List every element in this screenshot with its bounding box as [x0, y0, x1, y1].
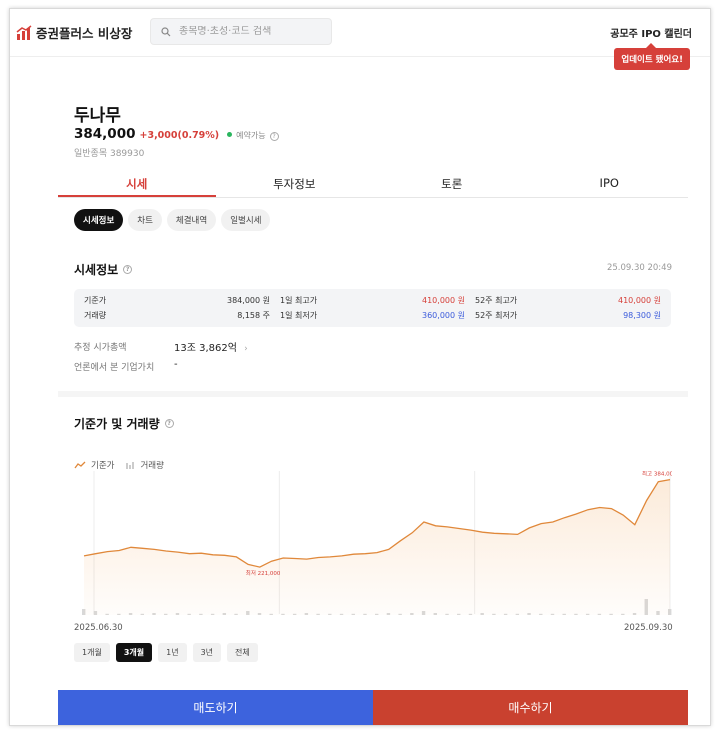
search-icon — [161, 26, 171, 36]
sell-button[interactable]: 매도하기 — [58, 690, 373, 725]
info-cell-volume: 거래량 8,158 주 — [84, 310, 270, 321]
legend-volume: 거래량 — [140, 461, 164, 471]
info-cell-day-low: 1일 최저가 360,000 원 — [280, 310, 465, 321]
buy-button[interactable]: 매수하기 — [373, 690, 688, 725]
chart-logo-icon — [16, 24, 32, 40]
info-label: 52주 최고가 — [475, 296, 518, 305]
chart-legend: 기준가 거래량 — [74, 459, 164, 471]
logo[interactable]: 증권플러스 비상장 — [16, 23, 132, 42]
period-3m[interactable]: 3개월 — [115, 643, 153, 662]
price-info-title-text: 시세정보 — [74, 263, 119, 277]
tab-price[interactable]: 시세 — [58, 173, 216, 197]
price-chart[interactable]: 최저 221,000 최고 384,000 — [72, 471, 672, 616]
high-annotation: 최고 384,000 — [642, 471, 672, 478]
info-row: 거래량 8,158 주 1일 최저가 360,000 원 52주 최저가 98,… — [84, 308, 661, 323]
info-label: 52주 최저가 — [475, 311, 518, 320]
market-cap-label: 추정 시가총액 — [74, 343, 127, 353]
info-value: 8,158 주 — [237, 311, 270, 320]
sub-tabs: 시세정보 차트 체결내역 일별시세 — [74, 209, 271, 231]
info-cell-base-price: 기준가 384,000 원 — [84, 295, 270, 306]
price-info-help-icon[interactable]: ? — [123, 265, 133, 274]
x-axis-end-date: 2025.09.30 — [624, 623, 673, 633]
search-input[interactable] — [179, 26, 319, 37]
stock-name: 두나무 — [74, 106, 121, 126]
main-tabs: 시세 투자정보 토론 IPO — [58, 173, 688, 198]
subtab-trades[interactable]: 체결내역 — [166, 209, 217, 231]
info-cell-52w-high: 52주 최고가 410,000 원 — [475, 295, 661, 306]
market-cap-value[interactable]: 13조 3,862억 › — [174, 339, 248, 354]
info-cell-52w-low: 52주 최저가 98,300 원 — [475, 310, 661, 321]
price-info-title: 시세정보 ? — [74, 261, 133, 278]
market-cap-text: 13조 3,862억 — [174, 343, 237, 354]
tab-ipo[interactable]: IPO — [531, 173, 689, 197]
subtab-price-info[interactable]: 시세정보 — [74, 209, 124, 231]
tab-investment-info[interactable]: 투자정보 — [216, 173, 374, 197]
info-label: 1일 최고가 — [280, 296, 318, 305]
ipo-calendar-link[interactable]: 공모주 IPO 캘린더 — [610, 25, 692, 40]
period-1y[interactable]: 1년 — [158, 643, 187, 662]
price-info-box: 기준가 384,000 원 1일 최고가 410,000 원 52주 최고가 4… — [74, 289, 671, 327]
period-all[interactable]: 전체 — [227, 643, 258, 662]
info-cell-day-high: 1일 최고가 410,000 원 — [280, 295, 465, 306]
chart-title-text: 기준가 및 거래량 — [74, 417, 160, 431]
price-row: 384,000 +3,000(0.79%) 예약가능 ? — [74, 126, 279, 142]
media-value-label: 언론에서 본 기업가치 — [74, 363, 155, 373]
logo-text: 증권플러스 비상장 — [36, 26, 133, 41]
tab-discussion[interactable]: 토론 — [373, 173, 531, 197]
chevron-right-icon: › — [244, 344, 248, 354]
help-icon[interactable]: ? — [269, 132, 279, 141]
media-value: - — [174, 359, 178, 370]
info-value: 384,000 원 — [227, 296, 270, 305]
current-price: 384,000 — [74, 126, 136, 142]
reserve-label: 예약가능 — [236, 131, 266, 140]
search-box[interactable] — [150, 18, 332, 45]
bar-legend-icon — [126, 462, 135, 469]
subtab-chart[interactable]: 차트 — [128, 209, 162, 231]
period-3y[interactable]: 3년 — [192, 643, 222, 662]
chart-title: 기준가 및 거래량 ? — [74, 415, 174, 432]
info-row: 기준가 384,000 원 1일 최고가 410,000 원 52주 최고가 4… — [84, 293, 661, 308]
status-dot-icon — [227, 132, 233, 137]
legend-price: 기준가 — [91, 461, 115, 471]
stock-code: 일반종목 389930 — [74, 149, 145, 159]
price-area — [84, 479, 670, 615]
updated-time: 25.09.30 20:49 — [606, 263, 672, 273]
period-selector: 1개월 3개월 1년 3년 전체 — [74, 643, 258, 662]
info-value: 360,000 원 — [422, 311, 465, 320]
update-tooltip: 업데이트 됐어요! — [614, 43, 690, 70]
x-axis-start-date: 2025.06.30 — [74, 623, 123, 633]
info-value: 410,000 원 — [618, 296, 661, 305]
info-label: 거래량 — [84, 311, 107, 320]
app-window: 증권플러스 비상장 공모주 IPO 캘린더 업데이트 됐어요! 두나무 384,… — [9, 8, 711, 726]
line-legend-icon — [74, 461, 86, 469]
low-annotation: 최저 221,000 — [246, 569, 281, 577]
price-change: +3,000(0.79%) — [139, 130, 220, 141]
info-value: 98,300 원 — [623, 311, 661, 320]
section-divider — [58, 391, 688, 397]
info-value: 410,000 원 — [422, 296, 465, 305]
chart-help-icon[interactable]: ? — [164, 419, 174, 428]
info-label: 기준가 — [84, 296, 107, 305]
top-header: 증권플러스 비상장 공모주 IPO 캘린더 — [10, 9, 710, 57]
info-label: 1일 최저가 — [280, 311, 318, 320]
period-1m[interactable]: 1개월 — [74, 643, 110, 662]
subtab-daily[interactable]: 일별시세 — [221, 209, 271, 231]
